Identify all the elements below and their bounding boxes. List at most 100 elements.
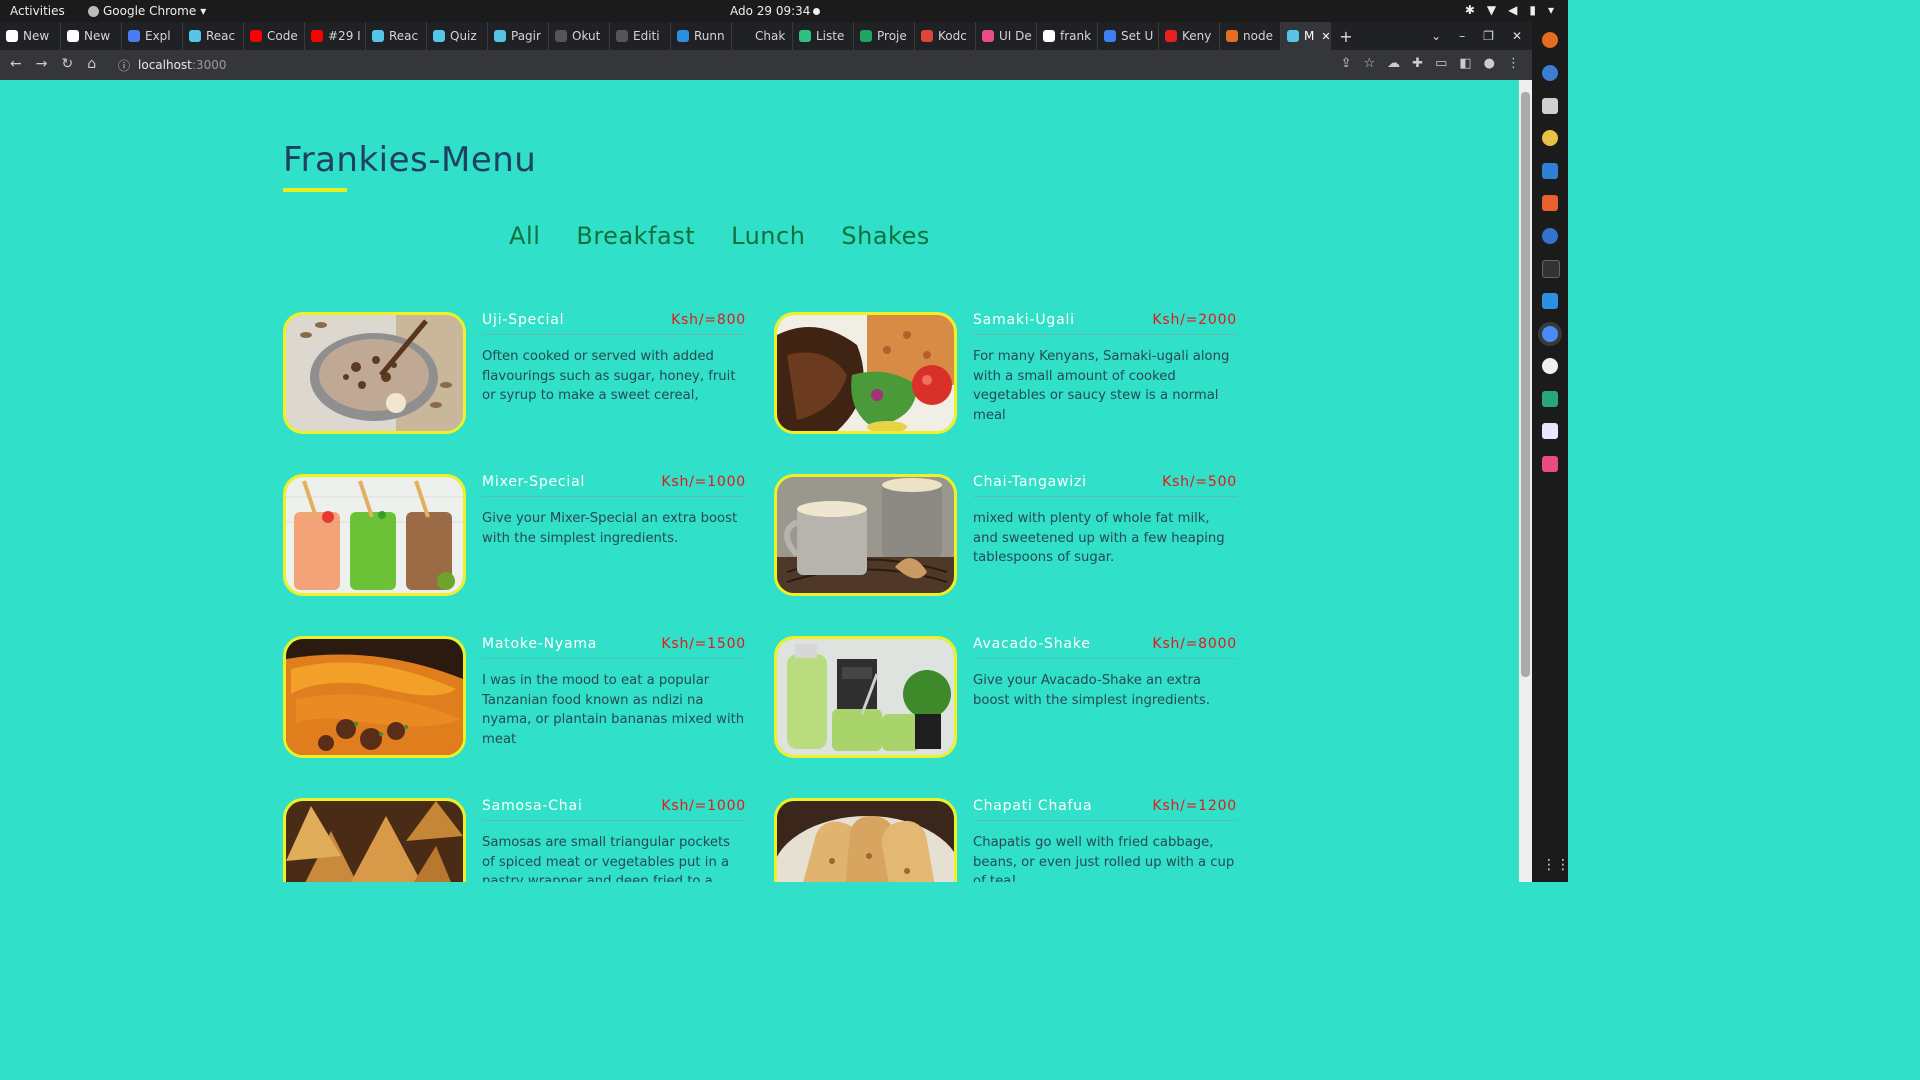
- forward-icon[interactable]: →: [36, 56, 48, 72]
- browser-tab[interactable]: Code: [244, 22, 305, 50]
- tab-search-icon[interactable]: ⌄: [1431, 29, 1441, 43]
- slack-tray-icon[interactable]: ✱: [1465, 3, 1475, 17]
- vscode-icon: [677, 30, 689, 42]
- close-window-icon[interactable]: ✕: [1512, 29, 1522, 43]
- firefox-dock-icon[interactable]: [1542, 32, 1558, 48]
- reload-icon[interactable]: ↻: [61, 56, 73, 72]
- restore-icon[interactable]: ❐: [1483, 29, 1494, 43]
- notes-dock-icon[interactable]: [1542, 456, 1558, 472]
- app-menu[interactable]: Google Chrome ▾: [88, 4, 206, 18]
- browser-tab[interactable]: Proje: [854, 22, 915, 50]
- github-icon: [555, 30, 567, 42]
- item-info: Chai-Tangawizi Ksh/=500 mixed with plenty …: [973, 474, 1237, 568]
- item-photo: [283, 798, 466, 882]
- item-name: Mixer-Special: [482, 474, 586, 490]
- browser-tab[interactable]: Runn: [671, 22, 732, 50]
- browser-tab[interactable]: Kodc: [915, 22, 976, 50]
- minimize-icon[interactable]: –: [1459, 29, 1465, 43]
- back-icon[interactable]: ←: [10, 56, 22, 72]
- browser-tab[interactable]: Quiz: [427, 22, 488, 50]
- tab-label: UI De: [999, 29, 1032, 43]
- browser-tab[interactable]: Reac: [366, 22, 427, 50]
- browser-tab[interactable]: #29 I: [305, 22, 366, 50]
- scrollbar-thumb[interactable]: [1521, 92, 1530, 677]
- drawing-dock-icon[interactable]: [1542, 358, 1558, 374]
- close-tab-icon[interactable]: ✕: [1321, 30, 1330, 43]
- rhythmbox-dock-icon[interactable]: [1542, 130, 1558, 146]
- browser-tab[interactable]: Reac: [183, 22, 244, 50]
- browser-tab-active[interactable]: M ✕: [1281, 22, 1331, 50]
- filter-breakfast-button[interactable]: Breakfast: [576, 222, 695, 250]
- browser-tab[interactable]: node: [1220, 22, 1281, 50]
- browser-tab[interactable]: Okut: [549, 22, 610, 50]
- help-dock-icon[interactable]: [1542, 228, 1558, 244]
- profile-avatar-icon[interactable]: ●: [1484, 56, 1495, 71]
- menu-item: Avacado-Shake Ksh/=8000 Give your Avacado-…: [774, 636, 1238, 760]
- bookmark-star-icon[interactable]: ☆: [1364, 56, 1376, 71]
- item-photo: [774, 798, 957, 882]
- browser-tab[interactable]: New: [61, 22, 122, 50]
- terminal-dock-icon[interactable]: [1542, 260, 1560, 278]
- caret-down-icon[interactable]: ▾: [1548, 3, 1554, 17]
- os-dock: ⋮⋮: [1532, 22, 1570, 882]
- outlook-dock-icon[interactable]: [1542, 391, 1558, 407]
- kebab-menu-icon[interactable]: ⋮: [1507, 56, 1520, 71]
- browser-tab[interactable]: New: [0, 22, 61, 50]
- side-panel-icon[interactable]: ◧: [1459, 56, 1471, 71]
- filter-lunch-button[interactable]: Lunch: [731, 222, 805, 250]
- cast-icon[interactable]: ▭: [1435, 56, 1447, 71]
- browser-tab[interactable]: Liste: [793, 22, 854, 50]
- battery-icon[interactable]: ▮: [1529, 3, 1536, 17]
- clock[interactable]: Ado 29 09:34: [730, 4, 810, 18]
- tab-label: Expl: [145, 29, 171, 43]
- browser-tab[interactable]: Keny: [1159, 22, 1220, 50]
- extensions-puzzle-icon[interactable]: ✚: [1412, 56, 1423, 71]
- info-icon[interactable]: ⓘ: [118, 57, 130, 74]
- browser-tab[interactable]: frank: [1037, 22, 1098, 50]
- apps-grid-icon[interactable]: ⋮⋮: [1542, 857, 1570, 873]
- filter-shakes-button[interactable]: Shakes: [841, 222, 929, 250]
- item-photo: [774, 636, 957, 758]
- browser-tab[interactable]: Chak: [732, 22, 793, 50]
- thunderbird-dock-icon[interactable]: [1542, 65, 1558, 81]
- node-icon: [1226, 30, 1238, 42]
- url-field[interactable]: ⓘ localhost :3000: [118, 55, 1368, 75]
- browser-tab[interactable]: UI De: [976, 22, 1037, 50]
- vercel-icon: [1043, 30, 1055, 42]
- menu-item: Matoke-Nyama Ksh/=1500 I was in the mood t…: [283, 636, 747, 760]
- new-tab-button[interactable]: +: [1331, 27, 1361, 46]
- filter-all-button[interactable]: All: [509, 222, 540, 250]
- browser-tab[interactable]: Editi: [610, 22, 671, 50]
- item-name: Samaki-Ugali: [973, 312, 1075, 328]
- system-tray[interactable]: ✱ ▼ ◀ ▮ ▾: [1465, 3, 1554, 17]
- files-dock-icon[interactable]: [1542, 98, 1558, 114]
- menu-item: Samosa-Chai Ksh/=1000 Samosas are small tr…: [283, 798, 747, 882]
- extension-cloud-icon[interactable]: ☁: [1387, 56, 1400, 71]
- sheets-icon: [860, 30, 872, 42]
- item-name: Avacado-Shake: [973, 636, 1091, 652]
- volume-icon[interactable]: ◀: [1508, 3, 1517, 17]
- vscode-dock-icon[interactable]: [1542, 293, 1558, 309]
- youtube-icon: [250, 30, 262, 42]
- browser-tab[interactable]: Set U: [1098, 22, 1159, 50]
- tab-label: #29 I: [328, 29, 361, 43]
- caret-down-icon: ▾: [200, 4, 207, 18]
- tab-label: Code: [267, 29, 298, 43]
- item-info: Avacado-Shake Ksh/=8000 Give your Avacado-…: [973, 636, 1237, 710]
- activities-button[interactable]: Activities: [10, 4, 65, 18]
- wifi-icon[interactable]: ▼: [1487, 3, 1496, 17]
- share-icon[interactable]: ⇪: [1341, 56, 1352, 71]
- writer-dock-icon[interactable]: [1542, 163, 1558, 179]
- chrome-dock-icon[interactable]: [1542, 326, 1558, 342]
- item-price: Ksh/=8000: [1152, 636, 1237, 652]
- browser-tab[interactable]: Expl: [122, 22, 183, 50]
- text-editor-dock-icon[interactable]: [1542, 423, 1558, 439]
- browser-tab[interactable]: Pagir: [488, 22, 549, 50]
- blank-icon: [738, 30, 750, 42]
- page-scrollbar[interactable]: [1519, 80, 1532, 882]
- os-top-bar: Activities Google Chrome ▾ Ado 29 09:34 …: [0, 0, 1568, 22]
- item-photo: [774, 312, 957, 434]
- software-dock-icon[interactable]: [1542, 195, 1558, 211]
- home-icon[interactable]: ⌂: [87, 56, 96, 72]
- item-info: Uji-Special Ksh/=800 Often cooked or serve…: [482, 312, 746, 406]
